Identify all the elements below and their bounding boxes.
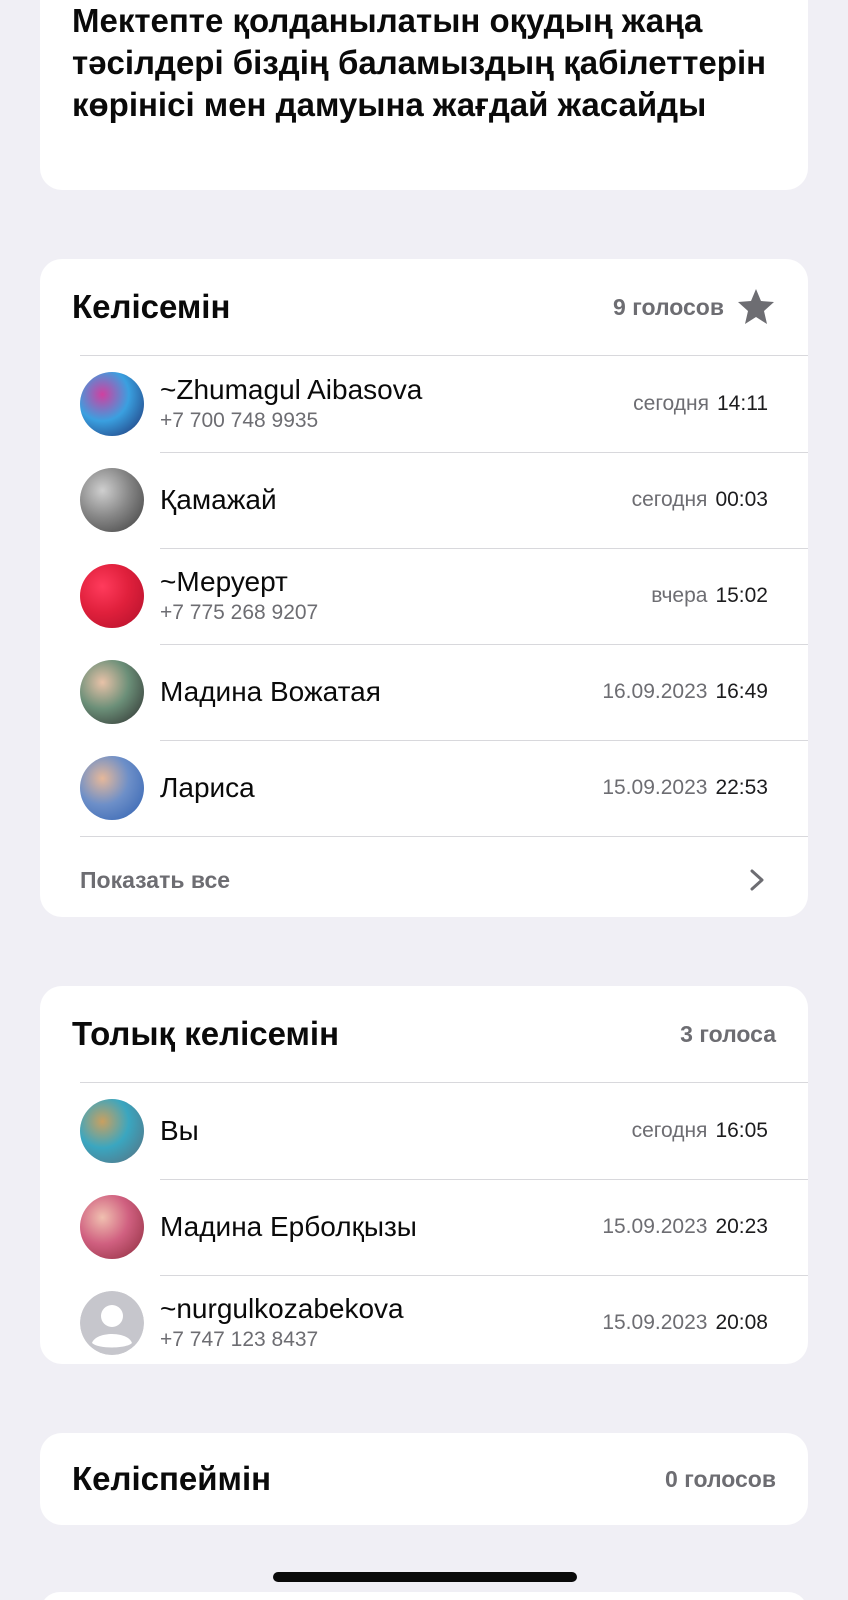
voter-phone: +7 775 268 9207 bbox=[160, 601, 319, 624]
voter-name: Мадина Вожатая bbox=[160, 676, 381, 707]
avatar bbox=[80, 660, 144, 724]
voter-name: Лариса bbox=[160, 772, 255, 803]
option-card-agree: Келісемін 9 голосов ~Zhumagul Aibasova +7… bbox=[40, 259, 808, 917]
vote-date: вчера bbox=[651, 584, 708, 607]
voter-row[interactable]: Мадина Ерболқызы 15.09.2023 20:23 bbox=[40, 1179, 808, 1275]
vote-time: 16:49 bbox=[715, 680, 768, 703]
vote-date: сегодня bbox=[631, 488, 708, 511]
vote-time: 16:05 bbox=[715, 1119, 768, 1142]
poll-results-page: Мектепте қолданылатын оқудың жаңа тәсілд… bbox=[0, 0, 848, 1600]
option-header: Келіспеймін 0 голосов bbox=[40, 1433, 808, 1525]
show-all-label: Показать все bbox=[80, 866, 231, 893]
voter-row[interactable]: ~Zhumagul Aibasova +7 700 748 9935 сегодня… bbox=[40, 356, 808, 452]
vote-time: 15:02 bbox=[715, 584, 768, 607]
vote-time: 14:11 bbox=[717, 392, 768, 415]
vote-time: 22:53 bbox=[715, 776, 768, 799]
vote-count: 0 голосов bbox=[665, 1465, 776, 1492]
voter-row[interactable]: Лариса 15.09.2023 22:53 bbox=[40, 740, 808, 836]
avatar bbox=[80, 1291, 144, 1355]
option-header: Толық келісемін 3 голоса bbox=[40, 986, 808, 1082]
voter-phone: +7 700 748 9935 bbox=[160, 409, 319, 432]
vote-date: сегодня bbox=[633, 392, 709, 415]
voter-name: Қамажай bbox=[160, 484, 277, 515]
question-text: Мектепте қолданылатын оқудың жаңа тәсілд… bbox=[72, 2, 767, 123]
option-title: Келіспеймін bbox=[72, 1460, 272, 1497]
voter-list: ~Zhumagul Aibasova +7 700 748 9935 сегодня… bbox=[40, 356, 808, 836]
avatar bbox=[80, 1195, 144, 1259]
vote-count: 3 голоса bbox=[680, 1020, 776, 1047]
option-header: Келісемін 9 голосов bbox=[40, 259, 808, 355]
vote-date: 15.09.2023 bbox=[602, 776, 708, 799]
voter-row[interactable]: Вы сегодня 16:05 bbox=[40, 1083, 808, 1179]
voter-name: Мадина Ерболқызы bbox=[160, 1211, 417, 1242]
show-all-button[interactable]: Показать все bbox=[40, 836, 808, 917]
avatar bbox=[80, 756, 144, 820]
home-indicator[interactable] bbox=[273, 1572, 577, 1582]
voter-name: ~nurgulkozabekova bbox=[160, 1293, 404, 1324]
voter-name: Вы bbox=[160, 1115, 199, 1146]
vote-time: 20:08 bbox=[715, 1311, 768, 1334]
voter-phone: +7 747 123 8437 bbox=[160, 1328, 319, 1351]
voter-row[interactable]: ~nurgulkozabekova +7 747 123 8437 15.09.20… bbox=[40, 1275, 808, 1364]
voter-row[interactable]: Қамажай сегодня 00:03 bbox=[40, 452, 808, 548]
next-card bbox=[40, 1592, 808, 1600]
option-card-disagree: Келіспеймін 0 голосов bbox=[40, 1433, 808, 1525]
vote-time: 00:03 bbox=[715, 488, 768, 511]
vote-count: 9 голосов bbox=[613, 293, 724, 320]
avatar bbox=[80, 468, 144, 532]
voter-row[interactable]: Мадина Вожатая 16.09.2023 16:49 bbox=[40, 644, 808, 740]
chevron-right-icon bbox=[746, 866, 768, 894]
option-title: Келісемін bbox=[72, 288, 231, 325]
option-card-fully-agree: Толық келісемін 3 голоса Вы сегодня 16:05 М… bbox=[40, 986, 808, 1364]
vote-date: 15.09.2023 bbox=[602, 1215, 708, 1238]
avatar bbox=[80, 564, 144, 628]
avatar bbox=[80, 1099, 144, 1163]
vote-time: 20:23 bbox=[715, 1215, 768, 1238]
avatar bbox=[80, 372, 144, 436]
voter-name: ~Меруерт bbox=[160, 566, 288, 597]
question-card: Мектепте қолданылатын оқудың жаңа тәсілд… bbox=[40, 0, 808, 190]
vote-date: 16.09.2023 bbox=[602, 680, 708, 703]
vote-date: сегодня bbox=[631, 1119, 708, 1142]
voter-row[interactable]: ~Меруерт +7 775 268 9207 вчера 15:02 bbox=[40, 548, 808, 644]
voter-name: ~Zhumagul Aibasova bbox=[160, 374, 423, 405]
voter-list: Вы сегодня 16:05 Мадина Ерболқызы 15.09.2023… bbox=[40, 1083, 808, 1364]
option-title: Толық келісемін bbox=[72, 1015, 340, 1052]
vote-date: 15.09.2023 bbox=[602, 1311, 708, 1334]
star-icon bbox=[736, 287, 776, 327]
